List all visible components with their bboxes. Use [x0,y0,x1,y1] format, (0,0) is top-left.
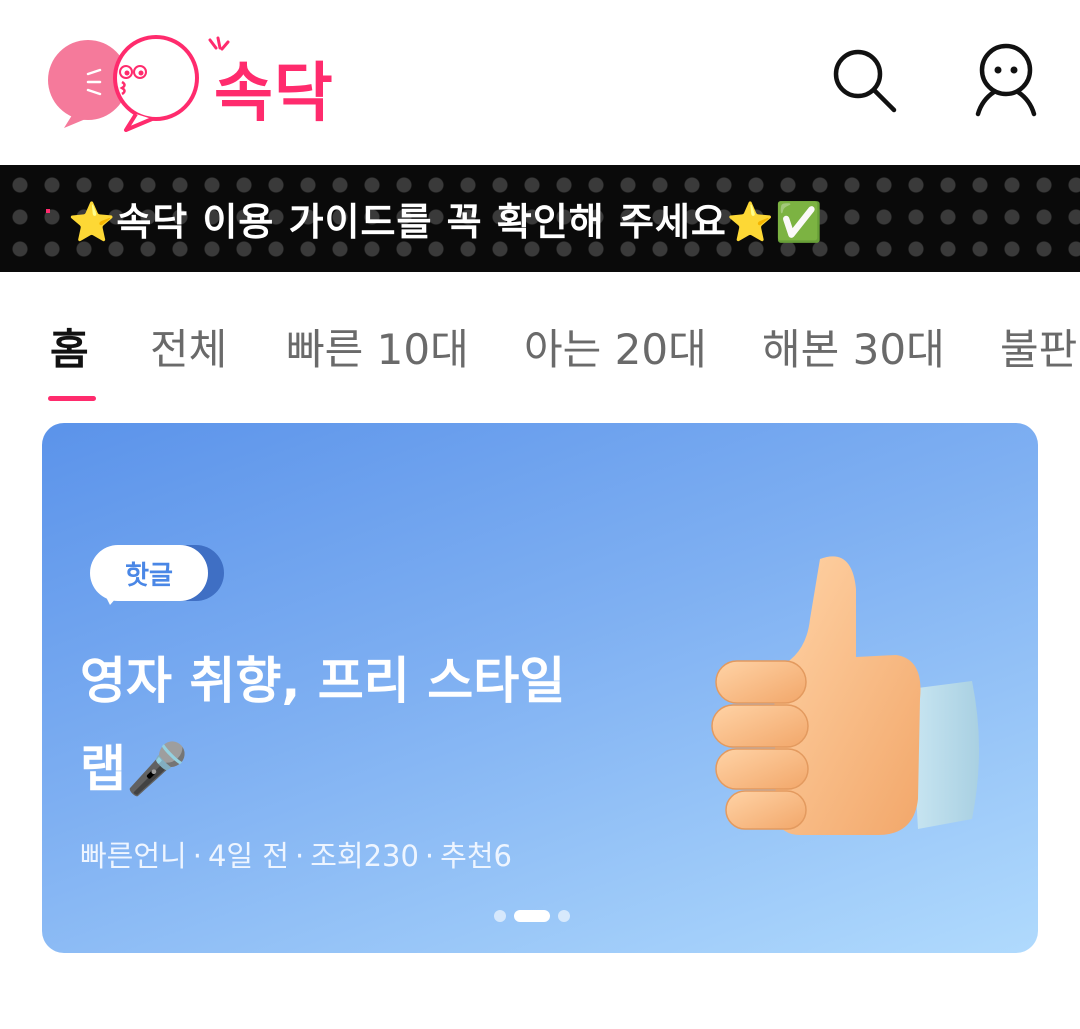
logo-text: 속닥 [214,57,334,131]
featured-post-card[interactable]: 핫글 영자 취향, 프리 스타일 랩🎤 빠른언니 · 4일 전 · 조회230 · 추천6 [42,423,1038,953]
app-logo[interactable]: 속닥 [44,28,364,138]
tab-hotplate[interactable]: 불판 [1000,316,1077,377]
tab-fast-10s[interactable]: 빠른 10대 [286,316,469,377]
notice-text: ⭐속닥 이용 가이드를 꼭 확인해 주세요⭐✅ [68,200,824,244]
post-author: 빠른언니 [80,839,187,873]
hot-post-badge: 핫글 [90,545,224,605]
post-likes: 추천6 [440,839,512,873]
meta-separator: · [424,839,435,873]
notice-banner[interactable]: ⭐속닥 이용 가이드를 꼭 확인해 주세요⭐✅ [0,165,1080,272]
tab-all[interactable]: 전체 [150,316,227,377]
notice-dot [46,209,50,213]
category-tabs: 홈 전체 빠른 10대 아는 20대 해본 30대 불판 [0,272,1080,412]
title-line-2: 랩🎤 [80,740,189,798]
carousel-dot[interactable] [558,910,570,922]
app-header: 속닥 [0,0,1080,165]
search-button[interactable] [828,44,900,116]
featured-post-title[interactable]: 영자 취향, 프리 스타일 랩🎤 [80,637,680,813]
meta-separator: · [192,839,202,873]
title-line-1: 영자 취향, 프리 스타일 [80,652,566,710]
tab-know-20s[interactable]: 아는 20대 [524,316,707,377]
logo-mark-icon [48,35,199,132]
thumbs-up-icon [711,556,979,835]
active-tab-indicator [48,396,96,401]
profile-button[interactable] [970,43,1042,117]
post-views: 조회230 [310,839,419,873]
carousel-dot[interactable] [494,910,506,922]
search-icon [833,49,897,113]
profile-icon [975,43,1037,117]
meta-separator: · [294,839,305,873]
post-time: 4일 전 [207,839,289,873]
carousel-dot-active[interactable] [514,910,550,922]
badge-tail [102,589,124,605]
carousel-indicator[interactable] [494,909,570,923]
featured-post-meta: 빠른언니 · 4일 전 · 조회230 · 추천6 [80,833,512,875]
tab-done-30s[interactable]: 해본 30대 [762,316,945,377]
tab-home[interactable]: 홈 [50,316,89,377]
